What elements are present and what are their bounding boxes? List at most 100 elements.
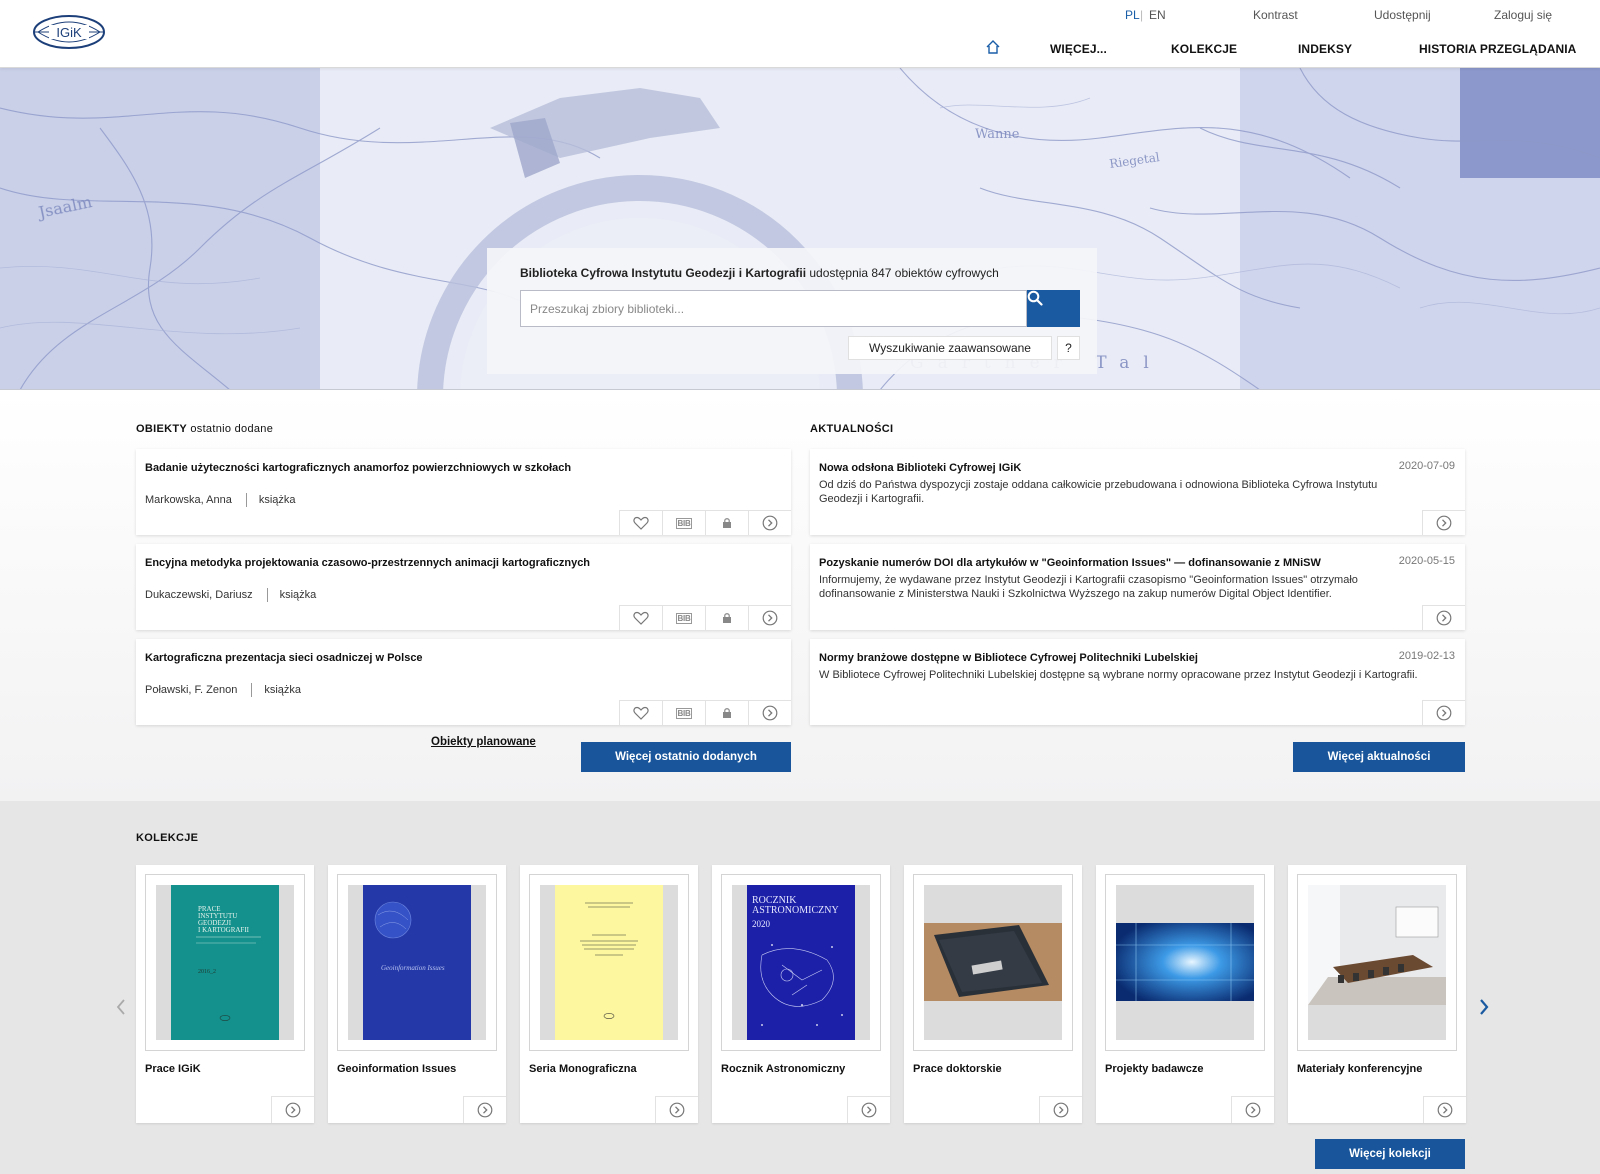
news-text: Informujemy, że wydawane przez Instytut … xyxy=(819,574,1358,600)
access-lock-button[interactable] xyxy=(705,605,748,630)
open-object-button[interactable] xyxy=(748,700,791,725)
bibliography-button[interactable]: BIB xyxy=(662,510,705,535)
recent-object-card[interactable]: Badanie użyteczności kartograficznych an… xyxy=(136,449,791,535)
collection-name[interactable]: Seria Monograficzna xyxy=(529,1063,637,1075)
open-collection-button[interactable] xyxy=(271,1096,314,1123)
collection-thumbnail[interactable] xyxy=(529,874,689,1051)
search-input[interactable] xyxy=(520,290,1027,327)
news-title[interactable]: Nowa odsłona Biblioteki Cyfrowej IGiK xyxy=(819,462,1021,474)
igik-logo[interactable]: IGiK xyxy=(32,14,106,50)
access-lock-button[interactable] xyxy=(705,700,748,725)
collection-card[interactable]: Geoinformation Issues Geoinformation Iss… xyxy=(328,865,506,1123)
collection-thumbnail[interactable]: Geoinformation Issues xyxy=(337,874,497,1051)
svg-text:2016_2: 2016_2 xyxy=(198,969,216,975)
open-news-button[interactable] xyxy=(1422,605,1465,630)
collection-name[interactable]: Materiały konferencyjne xyxy=(1297,1063,1422,1075)
share-link[interactable]: Udostępnij xyxy=(1374,8,1431,22)
recent-object-card[interactable]: Kartograficzna prezentacja sieci osadnic… xyxy=(136,639,791,725)
arrow-circle-icon xyxy=(1436,610,1452,626)
news-title[interactable]: Normy branżowe dostępne w Bibliotece Cyf… xyxy=(819,652,1198,664)
collection-thumbnail[interactable] xyxy=(1297,874,1457,1051)
planned-objects-link[interactable]: Obiekty planowane xyxy=(431,736,536,748)
open-collection-button[interactable] xyxy=(1039,1096,1082,1123)
open-collection-button[interactable] xyxy=(655,1096,698,1123)
home-icon[interactable] xyxy=(985,39,1001,55)
object-author[interactable]: Markowska, Anna xyxy=(145,494,232,506)
search-button[interactable] xyxy=(1027,290,1080,327)
object-meta: Dukaczewski, Dariusz książka xyxy=(145,588,316,602)
news-card[interactable]: Normy branżowe dostępne w Bibliotece Cyf… xyxy=(810,639,1465,725)
carousel-prev-icon[interactable] xyxy=(115,997,127,1017)
advanced-search-button[interactable]: Wyszukiwanie zaawansowane xyxy=(848,336,1052,360)
arrow-circle-icon xyxy=(1053,1102,1069,1118)
collection-card[interactable]: PRACE INSTYTUTU GEODEZJI I KARTOGRAFII 2… xyxy=(136,865,314,1123)
news-card[interactable]: Pozyskanie numerów DOI dla artykułów w "… xyxy=(810,544,1465,630)
recent-object-card[interactable]: Encyjna metodyka projektowania czasowo-p… xyxy=(136,544,791,630)
open-collection-button[interactable] xyxy=(1423,1096,1466,1123)
collection-thumbnail[interactable] xyxy=(913,874,1073,1051)
collection-card[interactable]: Materiały konferencyjne xyxy=(1288,865,1466,1123)
open-collection-button[interactable] xyxy=(463,1096,506,1123)
collection-thumbnail[interactable] xyxy=(1105,874,1265,1051)
open-object-button[interactable] xyxy=(748,605,791,630)
lang-en-link[interactable]: EN xyxy=(1149,8,1166,22)
bibliography-button[interactable]: BIB xyxy=(662,700,705,725)
cover-prace-igik: PRACE INSTYTUTU GEODEZJI I KARTOGRAFII 2… xyxy=(171,885,279,1040)
object-title[interactable]: Kartograficzna prezentacja sieci osadnic… xyxy=(145,652,423,664)
open-object-button[interactable] xyxy=(748,510,791,535)
bibliography-button[interactable]: BIB xyxy=(662,605,705,630)
object-title[interactable]: Encyjna metodyka projektowania czasowo-p… xyxy=(145,557,590,569)
more-news-button[interactable]: Więcej aktualności xyxy=(1293,742,1465,772)
favorite-button[interactable] xyxy=(619,510,662,535)
more-collections-button[interactable]: Więcej kolekcji xyxy=(1315,1139,1465,1169)
collection-card[interactable]: Prace doktorskie xyxy=(904,865,1082,1123)
open-news-button[interactable] xyxy=(1422,510,1465,535)
open-news-button[interactable] xyxy=(1422,700,1465,725)
object-title[interactable]: Badanie użyteczności kartograficznych an… xyxy=(145,462,571,474)
arrow-circle-icon xyxy=(477,1102,493,1118)
lang-pl-link[interactable]: PL xyxy=(1125,8,1140,22)
arrow-circle-icon xyxy=(1436,515,1452,531)
recent-objects-heading: OBIEKTY ostatnio dodane xyxy=(136,423,274,435)
collection-thumbnail[interactable]: PRACE INSTYTUTU GEODEZJI I KARTOGRAFII 2… xyxy=(145,874,305,1051)
object-author[interactable]: Poławski, F. Zenon xyxy=(145,684,237,696)
search-help-button[interactable]: ? xyxy=(1057,336,1080,360)
nav-history[interactable]: HISTORIA PRZEGLĄDANIA xyxy=(1419,42,1576,56)
collection-card[interactable]: ROCZNIK ASTRONOMICZNY 2020 Rocznik Astro… xyxy=(712,865,890,1123)
collection-name[interactable]: Geoinformation Issues xyxy=(337,1063,456,1075)
arrow-circle-icon xyxy=(1437,1102,1453,1118)
svg-text:2020: 2020 xyxy=(752,919,771,929)
logo-text: IGiK xyxy=(56,25,82,40)
carousel-next-icon[interactable] xyxy=(1478,997,1490,1017)
contrast-link[interactable]: Kontrast xyxy=(1253,8,1298,22)
login-link[interactable]: Zaloguj się xyxy=(1494,8,1552,22)
collection-card[interactable]: Projekty badawcze xyxy=(1096,865,1274,1123)
collection-name[interactable]: Prace IGiK xyxy=(145,1063,201,1075)
news-card[interactable]: Nowa odsłona Biblioteki Cyfrowej IGiK 20… xyxy=(810,449,1465,535)
collections-section: KOLEKCJE PRACE INSTYTUTU GEODEZJI I KART… xyxy=(0,801,1600,1174)
collections-heading: KOLEKCJE xyxy=(136,832,199,844)
more-recent-button[interactable]: Więcej ostatnio dodanych xyxy=(581,742,791,772)
nav-more[interactable]: WIĘCEJ... xyxy=(1050,42,1107,56)
open-collection-button[interactable] xyxy=(847,1096,890,1123)
collection-name[interactable]: Projekty badawcze xyxy=(1105,1063,1203,1075)
favorite-button[interactable] xyxy=(619,700,662,725)
nav-indexes[interactable]: INDEKSY xyxy=(1298,42,1352,56)
object-type: książka xyxy=(279,588,317,601)
meta-divider xyxy=(245,493,247,507)
open-collection-button[interactable] xyxy=(1231,1096,1274,1123)
favorite-button[interactable] xyxy=(619,605,662,630)
collection-name[interactable]: Prace doktorskie xyxy=(913,1063,1002,1075)
news-title[interactable]: Pozyskanie numerów DOI dla artykułów w "… xyxy=(819,557,1321,569)
collection-thumbnail[interactable]: ROCZNIK ASTRONOMICZNY 2020 xyxy=(721,874,881,1051)
cover-seria-monograficzna xyxy=(555,885,663,1040)
news-date: 2019-02-13 xyxy=(1398,650,1455,662)
svg-text:Geoinformation Issues: Geoinformation Issues xyxy=(381,964,445,972)
news-text: Od dziś do Państwa dyspozycji zostaje od… xyxy=(819,479,1378,505)
object-author[interactable]: Dukaczewski, Dariusz xyxy=(145,589,253,601)
svg-text:Wanne: Wanne xyxy=(975,127,1020,142)
nav-collections[interactable]: KOLEKCJE xyxy=(1171,42,1237,56)
collection-card[interactable]: Seria Monograficzna xyxy=(520,865,698,1123)
collection-name[interactable]: Rocznik Astronomiczny xyxy=(721,1063,845,1075)
access-lock-button[interactable] xyxy=(705,510,748,535)
